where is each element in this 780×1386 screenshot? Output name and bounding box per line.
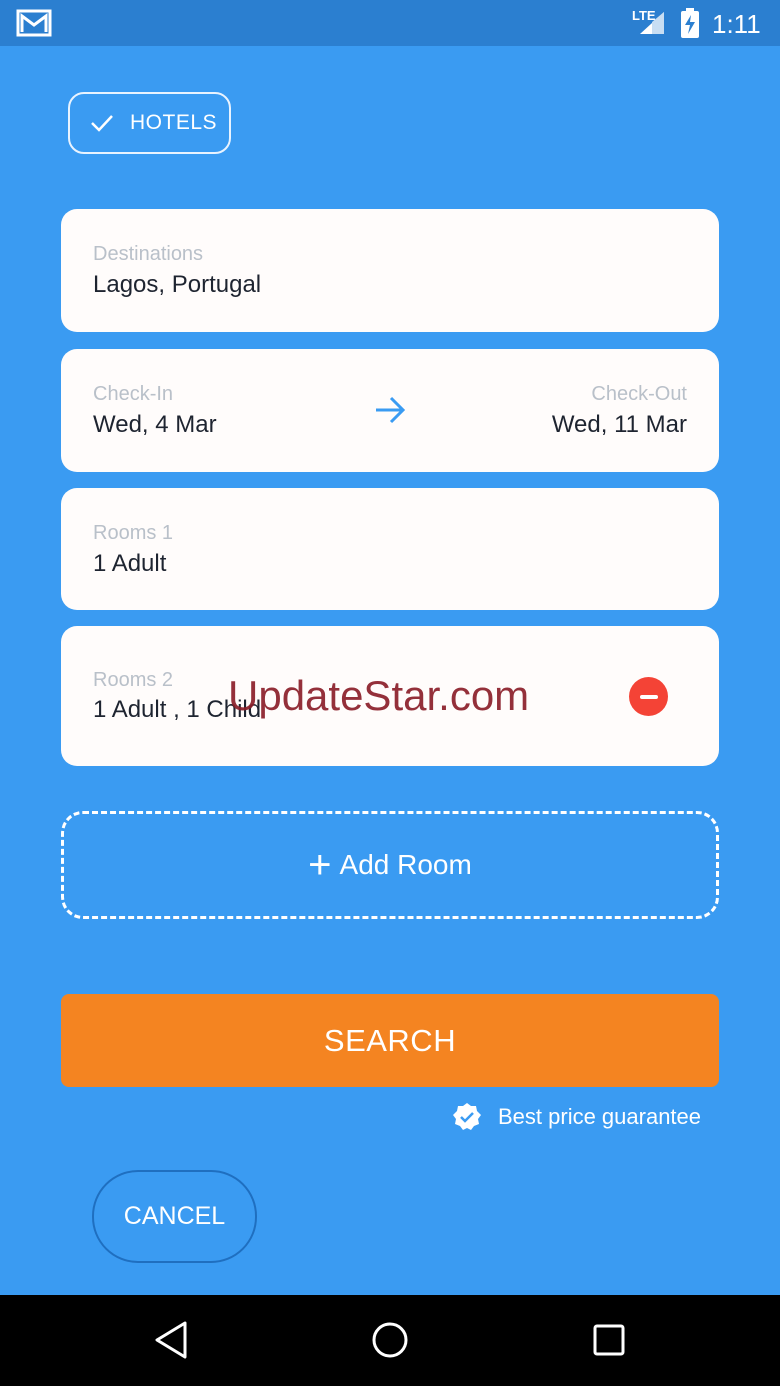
destination-label: Destinations xyxy=(93,243,204,265)
verified-badge-icon xyxy=(453,1103,481,1130)
back-icon[interactable] xyxy=(152,1319,190,1361)
room-2-label: Rooms 2 xyxy=(93,669,174,691)
room-1-label: Rooms 1 xyxy=(93,522,174,544)
search-button-label: SEARCH xyxy=(323,1022,457,1058)
status-bar: LTE 1:11 xyxy=(0,0,780,46)
guarantee-label: Best price guarantee xyxy=(498,1104,702,1129)
clock: 1:11 xyxy=(712,9,761,39)
destination-value: Lagos, Portugal xyxy=(93,271,262,298)
navigation-bar xyxy=(0,1295,780,1386)
recents-icon[interactable] xyxy=(592,1319,626,1361)
dates-field[interactable]: Check-In Wed, 4 Mar Check-Out Wed, 11 Ma… xyxy=(61,349,719,472)
checkin-value: Wed, 4 Mar xyxy=(93,411,217,438)
room-1-value: 1 Adult xyxy=(93,550,167,577)
checkout-label: Check-Out xyxy=(591,383,687,405)
home-icon[interactable] xyxy=(370,1319,410,1361)
best-price-guarantee: Best price guarantee xyxy=(452,1102,701,1132)
hotels-tab-label: HOTELS xyxy=(130,111,218,134)
watermark: UpdateStar.com xyxy=(228,672,530,719)
hotels-tab[interactable]: HOTELS xyxy=(68,92,231,154)
room-1-field[interactable]: Rooms 1 1 Adult xyxy=(61,488,719,610)
cancel-button[interactable]: CANCEL xyxy=(92,1170,257,1263)
signal-icon xyxy=(640,12,664,34)
mail-notification-icon xyxy=(16,9,52,37)
add-room-button[interactable]: + Add Room xyxy=(61,811,719,919)
check-icon xyxy=(91,115,113,132)
remove-room-button[interactable] xyxy=(629,677,668,716)
add-room-label: Add Room xyxy=(339,849,472,880)
checkin-label: Check-In xyxy=(93,383,174,405)
cancel-button-label: CANCEL xyxy=(123,1202,226,1230)
search-button[interactable]: SEARCH xyxy=(61,994,719,1087)
arrow-right-icon xyxy=(376,396,406,424)
minus-icon xyxy=(639,694,658,699)
checkout-value: Wed, 11 Mar xyxy=(551,411,687,438)
destination-field[interactable]: Destinations Lagos, Portugal xyxy=(61,209,719,332)
battery-charging-icon xyxy=(681,8,699,38)
plus-icon: + xyxy=(308,843,332,887)
